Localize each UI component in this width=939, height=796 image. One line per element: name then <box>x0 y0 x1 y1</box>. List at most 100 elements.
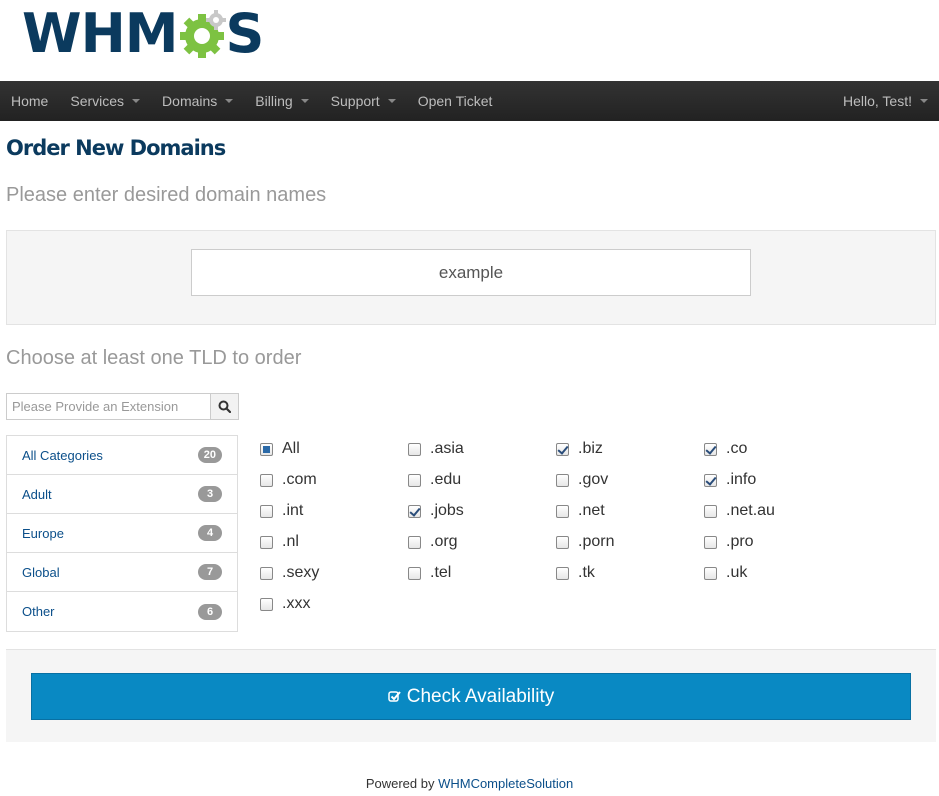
tld-option[interactable]: .uk <box>704 562 852 584</box>
tld-option[interactable]: .biz <box>556 438 704 460</box>
nav-open-ticket-label: Open Ticket <box>417 93 493 109</box>
tld-checkbox[interactable] <box>556 566 569 580</box>
category-label: Global <box>22 564 60 580</box>
tld-label: .int <box>282 502 304 519</box>
tld-checkbox[interactable] <box>704 504 717 518</box>
tld-checkbox[interactable] <box>704 473 717 487</box>
check-availability-button[interactable]: Check Availability <box>31 673 911 720</box>
page-title: Order New Domains <box>6 136 226 160</box>
tld-option[interactable]: All <box>260 438 408 460</box>
tld-label: .pro <box>726 533 754 550</box>
search-icon <box>218 400 231 413</box>
category-item[interactable]: Other 6 <box>7 592 237 631</box>
tld-checkbox[interactable] <box>556 442 569 456</box>
tld-checkbox[interactable] <box>704 566 717 580</box>
extension-search-input[interactable] <box>6 393 211 420</box>
logo[interactable]: WHM S <box>22 4 264 64</box>
tld-option[interactable]: .sexy <box>260 562 408 584</box>
tld-option[interactable]: .nl <box>260 531 408 553</box>
tld-checkbox[interactable] <box>408 504 421 518</box>
nav-support-label: Support <box>330 93 380 109</box>
gear-icon <box>179 10 226 58</box>
tld-label: .porn <box>578 533 615 550</box>
logo-wordmark: WHM S <box>22 4 264 64</box>
tld-option[interactable]: .int <box>260 500 408 522</box>
nav-support[interactable]: Support <box>320 81 407 121</box>
tld-checkbox[interactable] <box>260 597 273 611</box>
main-navbar: Home Services Domains Billing Support Op… <box>0 81 939 121</box>
category-item[interactable]: Adult 3 <box>7 475 237 514</box>
category-item[interactable]: Europe 4 <box>7 514 237 553</box>
tld-option[interactable]: .porn <box>556 531 704 553</box>
tld-option[interactable]: .jobs <box>408 500 556 522</box>
category-label: Europe <box>22 525 64 541</box>
tld-option[interactable]: .info <box>704 469 852 491</box>
category-label: Other <box>22 604 55 619</box>
category-item[interactable]: All Categories 20 <box>7 436 237 475</box>
tld-label: .co <box>726 440 748 457</box>
tld-option[interactable]: .net <box>556 500 704 522</box>
tld-option[interactable]: .tel <box>408 562 556 584</box>
tld-checkbox[interactable] <box>260 473 273 487</box>
nav-services[interactable]: Services <box>59 81 151 121</box>
tld-label: .nl <box>282 533 299 550</box>
nav-domains-label: Domains <box>162 93 218 109</box>
nav-domains[interactable]: Domains <box>151 81 244 121</box>
domain-input-well <box>6 230 936 325</box>
tld-label: .org <box>430 533 458 550</box>
nav-billing-label: Billing <box>255 93 293 109</box>
tld-checkbox[interactable] <box>408 473 421 487</box>
tld-label: .net <box>578 502 605 519</box>
domain-name-input[interactable] <box>191 249 751 296</box>
tld-label: .tel <box>430 564 452 581</box>
tld-label: .jobs <box>430 502 464 519</box>
tld-option[interactable]: .gov <box>556 469 704 491</box>
tld-label: .edu <box>430 471 462 488</box>
tld-checkbox[interactable] <box>704 442 717 456</box>
tld-option[interactable]: .com <box>260 469 408 491</box>
tld-label: .sexy <box>282 564 320 581</box>
category-count-badge: 20 <box>197 447 222 463</box>
category-count-badge: 4 <box>198 525 222 541</box>
category-label: All Categories <box>22 447 103 463</box>
tld-checkbox[interactable] <box>260 504 273 518</box>
tld-checkbox[interactable] <box>408 566 421 580</box>
category-item[interactable]: Global 7 <box>7 553 237 592</box>
tld-label: .info <box>726 471 757 488</box>
tld-option[interactable]: .pro <box>704 531 852 553</box>
tld-checkbox[interactable] <box>556 535 569 549</box>
category-list: All Categories 20 Adult 3 Europe 4 Global 7 Othe… <box>6 435 238 632</box>
tld-checkbox[interactable] <box>408 535 421 549</box>
category-count-badge: 6 <box>198 603 222 620</box>
category-count-badge: 3 <box>198 486 222 502</box>
tld-option[interactable]: .org <box>408 531 556 553</box>
tld-option[interactable]: .asia <box>408 438 556 460</box>
tld-option[interactable]: .tk <box>556 562 704 584</box>
nav-open-ticket[interactable]: Open Ticket <box>407 81 504 121</box>
tld-option[interactable]: .edu <box>408 469 556 491</box>
footer-prefix: Powered by <box>365 776 439 791</box>
nav-billing[interactable]: Billing <box>244 81 319 121</box>
tld-label: .com <box>282 471 317 488</box>
tld-checkbox[interactable] <box>704 535 717 549</box>
tld-checkbox[interactable] <box>556 473 569 487</box>
tld-checkbox[interactable] <box>408 442 421 456</box>
tld-label: .biz <box>578 440 603 457</box>
nav-user-menu[interactable]: Hello, Test! <box>832 81 939 121</box>
user-greeting: Hello, Test! <box>843 93 912 109</box>
tld-checkbox[interactable] <box>260 442 273 456</box>
tld-checkbox[interactable] <box>260 535 273 549</box>
tld-option[interactable]: .co <box>704 438 852 460</box>
extension-search-button[interactable] <box>211 393 239 420</box>
caret-down-icon <box>920 99 928 103</box>
tld-label: .asia <box>430 440 464 457</box>
tld-option[interactable]: .xxx <box>260 593 408 615</box>
footer-link[interactable]: WHMCompleteSolution <box>438 776 573 791</box>
nav-home[interactable]: Home <box>0 81 59 121</box>
tld-label: .uk <box>726 564 748 581</box>
tld-checkbox[interactable] <box>556 504 569 518</box>
tld-option[interactable]: .net.au <box>704 500 852 522</box>
nav-home-label: Home <box>11 93 49 109</box>
action-bar: Check Availability <box>6 649 936 742</box>
tld-checkbox[interactable] <box>260 566 273 580</box>
